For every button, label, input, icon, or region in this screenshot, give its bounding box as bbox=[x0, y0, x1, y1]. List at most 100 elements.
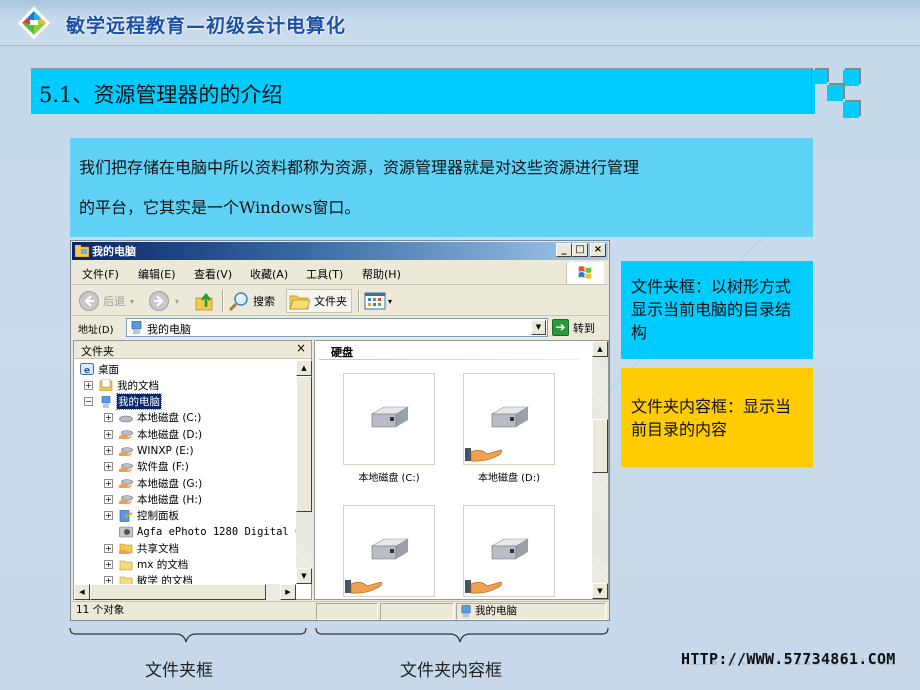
close-button[interactable]: × bbox=[590, 243, 606, 257]
expand-icon[interactable]: + bbox=[104, 576, 113, 584]
control-panel-icon bbox=[119, 509, 133, 522]
menu-view[interactable]: 查看(V) bbox=[194, 266, 232, 282]
status-object-count: 11 个对象 bbox=[76, 604, 125, 616]
back-dropdown-icon[interactable]: ▾ bbox=[130, 297, 134, 306]
expand-icon[interactable]: + bbox=[104, 462, 113, 472]
scroll-left-button[interactable]: ◀ bbox=[74, 584, 90, 600]
drive-tile-3[interactable] bbox=[343, 505, 435, 597]
windows-logo-icon bbox=[566, 262, 604, 284]
standard-toolbar: 后退 ▾ ▾ 搜索 文件夹 ▾ bbox=[72, 286, 608, 316]
colorful-diamond-logo-icon bbox=[16, 5, 52, 41]
tree-item[interactable]: + 本地磁盘 (D:) bbox=[104, 426, 202, 442]
scroll-up-button[interactable]: ▲ bbox=[296, 360, 312, 376]
expand-icon[interactable]: + bbox=[104, 478, 113, 488]
tree-item[interactable]: + 本地磁盘 (C:) bbox=[104, 410, 201, 426]
expand-icon[interactable]: + bbox=[104, 413, 113, 423]
back-label: 后退 bbox=[103, 295, 125, 308]
group-divider bbox=[319, 359, 579, 360]
folder-computer-icon bbox=[75, 245, 89, 257]
scroll-down-button[interactable]: ▼ bbox=[296, 568, 312, 584]
collapse-icon[interactable]: − bbox=[84, 397, 93, 407]
drive-tile-4[interactable] bbox=[463, 505, 555, 597]
address-input[interactable]: 我的电脑 ▼ bbox=[126, 318, 548, 337]
address-dropdown-button[interactable]: ▼ bbox=[531, 320, 546, 335]
intro-text: 我们把存储在电脑中所以资料都称为资源，资源管理器就是对这些资源进行管理 的平台，… bbox=[79, 148, 799, 228]
window-titlebar[interactable]: 我的电脑 _ □ × bbox=[72, 242, 608, 260]
drive-tile-c[interactable] bbox=[343, 373, 435, 465]
menu-favorites[interactable]: 收藏(A) bbox=[250, 266, 288, 282]
expand-icon[interactable]: + bbox=[104, 511, 113, 521]
status-bar: 11 个对象 我的电脑 bbox=[72, 601, 608, 620]
menu-tools[interactable]: 工具(T) bbox=[306, 266, 343, 282]
brace-label-folder-frame: 文件夹框 bbox=[145, 661, 213, 681]
menu-edit[interactable]: 编辑(E) bbox=[138, 266, 176, 282]
tree-item-label: 本地磁盘 (H:) bbox=[137, 493, 202, 506]
section-title: 5.1、资源管理器的的介绍 bbox=[39, 83, 283, 107]
expand-icon[interactable]: + bbox=[104, 429, 113, 439]
scroll-thumb[interactable] bbox=[90, 584, 266, 600]
tree-item[interactable]: + 本地磁盘 (H:) bbox=[104, 491, 202, 507]
toolbar-separator bbox=[222, 290, 224, 312]
tree-item[interactable]: + WINXP (E:) bbox=[104, 443, 194, 459]
go-button[interactable]: ➔ 转到 bbox=[552, 318, 595, 337]
slide-header: 敏学远程教育—初级会计电算化 bbox=[0, 0, 920, 46]
scroll-right-button[interactable]: ▶ bbox=[280, 584, 296, 600]
search-button[interactable]: 搜索 bbox=[228, 289, 275, 313]
tree-vertical-scrollbar[interactable]: ▲ ▼ bbox=[296, 360, 312, 584]
tree-item-label: WINXP (E:) bbox=[137, 444, 194, 457]
folders-pane-title: 文件夹 bbox=[81, 345, 114, 358]
camera-icon bbox=[119, 526, 133, 538]
expand-icon[interactable]: + bbox=[104, 446, 113, 455]
tree-item[interactable]: + 共享文档 bbox=[104, 540, 179, 556]
scroll-thumb[interactable] bbox=[592, 419, 608, 473]
tree-item[interactable]: − 我的电脑 bbox=[84, 393, 162, 411]
drive-tile-d[interactable] bbox=[463, 373, 555, 465]
content-vertical-scrollbar[interactable]: ▲ ▼ bbox=[592, 341, 608, 599]
forward-dropdown-icon[interactable]: ▾ bbox=[175, 297, 179, 306]
expand-icon[interactable]: + bbox=[104, 494, 113, 504]
address-bar: 地址(D) 我的电脑 ▼ ➔ 转到 bbox=[72, 317, 608, 339]
footer-url-reflection: HTTP://WWW.57734861.COM bbox=[681, 656, 896, 667]
folders-pane: 文件夹 × e 桌面 + 我的文档 − 我的电脑 + 本地磁盘 (C:) + 本地磁盘 (D:) +… bbox=[73, 340, 312, 600]
shared-hand-icon bbox=[345, 580, 382, 594]
drive-icon bbox=[119, 412, 133, 424]
tree-item-label: 本地磁盘 (G:) bbox=[137, 477, 203, 490]
tree-item[interactable]: + 敏学 的文档 bbox=[104, 573, 193, 584]
expand-icon[interactable]: + bbox=[104, 543, 113, 553]
folders-button[interactable]: 文件夹 bbox=[286, 289, 352, 313]
tree-item-label: 本地磁盘 (D:) bbox=[137, 428, 203, 441]
tree-item[interactable]: + 软件盘 (F:) bbox=[104, 459, 189, 475]
folders-pane-close-button[interactable]: × bbox=[296, 341, 306, 355]
tree-item[interactable]: Agfa ePhoto 1280 Digital Cam bbox=[104, 524, 296, 540]
tree-item[interactable]: + 控制面板 bbox=[104, 508, 179, 524]
site-title: 敏学远程教育—初级会计电算化 bbox=[66, 15, 347, 37]
views-button[interactable]: ▾ bbox=[364, 289, 392, 313]
tree-horizontal-scrollbar[interactable]: ◀ ▶ bbox=[74, 584, 296, 600]
hard-drive-icon bbox=[490, 406, 530, 428]
tree-item[interactable]: e 桌面 bbox=[80, 361, 119, 377]
scroll-down-button[interactable]: ▼ bbox=[592, 583, 608, 599]
status-cell bbox=[380, 603, 454, 620]
menu-help[interactable]: 帮助(H) bbox=[362, 266, 401, 282]
tree-item[interactable]: + 本地磁盘 (G:) bbox=[104, 475, 202, 491]
expand-icon[interactable]: + bbox=[84, 380, 93, 390]
minimize-button[interactable]: _ bbox=[556, 243, 572, 257]
forward-button[interactable]: ▾ bbox=[148, 289, 179, 313]
toolbar-separator bbox=[358, 290, 360, 312]
folders-label: 文件夹 bbox=[314, 295, 347, 308]
expand-icon[interactable]: + bbox=[104, 560, 113, 570]
scroll-thumb[interactable] bbox=[296, 376, 312, 512]
scroll-up-button[interactable]: ▲ bbox=[592, 341, 608, 357]
tree-item[interactable]: + 我的文档 bbox=[84, 377, 159, 393]
shared-hand-icon bbox=[465, 448, 502, 462]
menu-file[interactable]: 文件(F) bbox=[82, 266, 119, 282]
group-title-hard-disks: 硬盘 bbox=[331, 346, 353, 359]
folder-icon bbox=[119, 575, 133, 584]
brace-folder-frame bbox=[69, 627, 307, 643]
tree-item[interactable]: + mx 的文档 bbox=[104, 557, 188, 573]
tree-item-label: mx 的文档 bbox=[137, 559, 189, 572]
tree-item-label: 桌面 bbox=[98, 363, 119, 376]
back-button[interactable]: 后退 ▾ bbox=[78, 289, 134, 313]
maximize-button[interactable]: □ bbox=[572, 243, 588, 257]
up-folder-button[interactable] bbox=[194, 289, 216, 313]
